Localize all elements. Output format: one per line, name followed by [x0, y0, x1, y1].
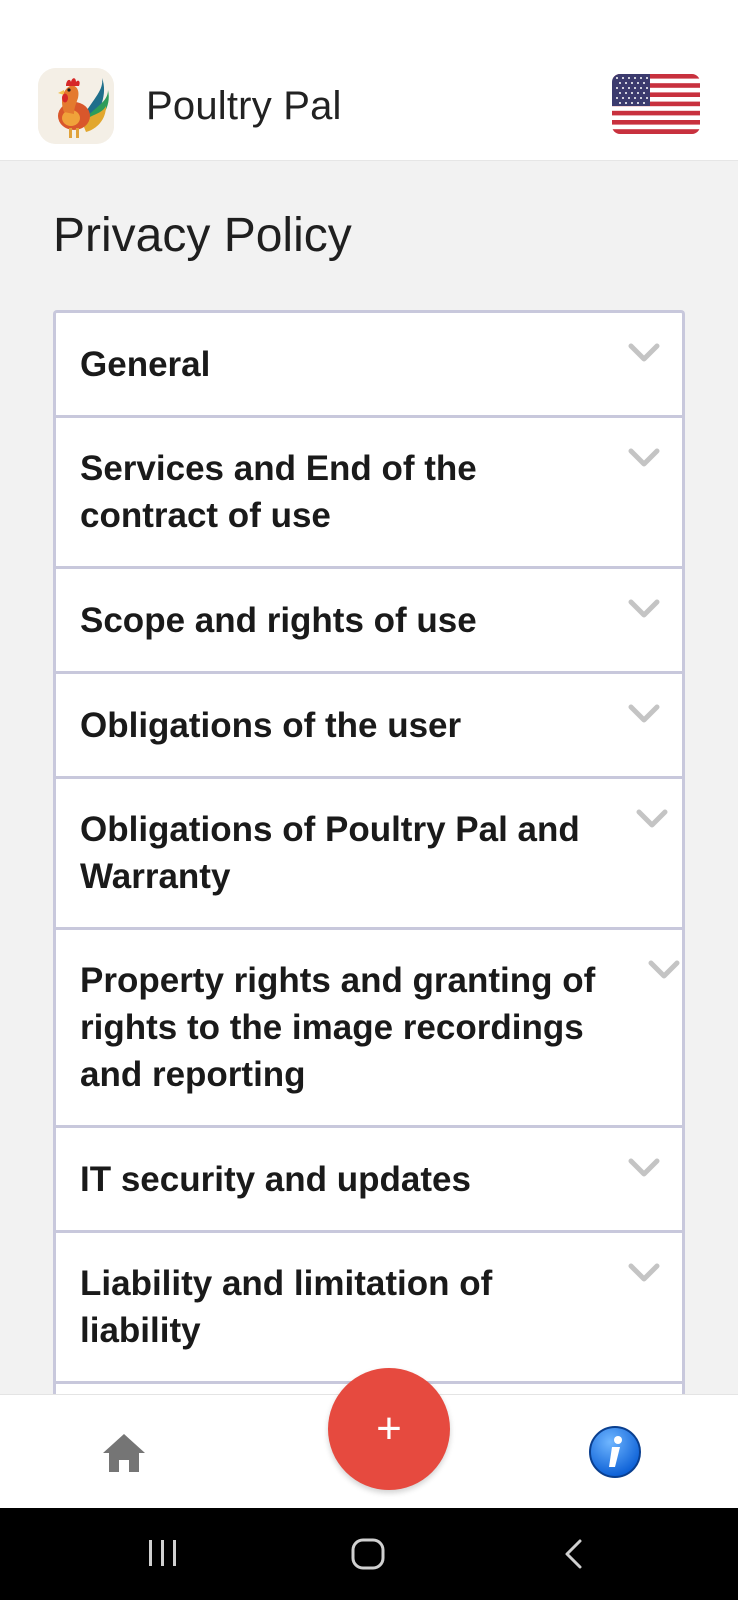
chevron-down-icon[interactable]: [628, 599, 660, 619]
system-navigation-bar: [0, 1508, 738, 1600]
status-bar: [0, 0, 738, 60]
home-icon[interactable]: [100, 1431, 148, 1475]
accordion-item-scope[interactable]: Scope and rights of use: [56, 569, 682, 674]
accordion-item-it-security[interactable]: IT security and updates: [56, 1128, 682, 1233]
app-title: Poultry Pal: [146, 84, 342, 128]
accordion-item-services[interactable]: Services and End of the contract of use: [56, 418, 682, 569]
back-icon[interactable]: [562, 1538, 586, 1575]
add-button[interactable]: +: [328, 1368, 450, 1490]
home-circle-icon[interactable]: [350, 1538, 386, 1575]
chevron-down-icon[interactable]: [628, 704, 660, 724]
app-header: Poultry Pal: [0, 60, 738, 161]
privacy-accordion: General Services and End of the contract…: [53, 310, 685, 1394]
accordion-item-label: Obligations of the user: [80, 705, 462, 745]
accordion-item-label: Services and End of the contract of use: [80, 449, 477, 535]
chevron-down-icon[interactable]: [628, 448, 660, 468]
accordion-item-label: Obligations of Poultry Pal and Warranty: [80, 810, 580, 896]
chevron-down-icon[interactable]: [628, 1158, 660, 1178]
accordion-item-label: Liability and limitation of liability: [80, 1264, 493, 1350]
chevron-down-icon[interactable]: [628, 343, 660, 363]
accordion-item-property-rights[interactable]: Property rights and granting of rights t…: [56, 930, 682, 1128]
accordion-item-label: Scope and rights of use: [80, 600, 477, 640]
page-title: Privacy Policy: [53, 209, 352, 262]
accordion-item-general[interactable]: General: [56, 313, 682, 418]
accordion-item-user-obligations[interactable]: Obligations of the user: [56, 674, 682, 779]
chevron-down-icon[interactable]: [628, 1263, 660, 1283]
chevron-down-icon[interactable]: [636, 809, 668, 829]
info-icon[interactable]: [588, 1425, 642, 1479]
rooster-logo-icon[interactable]: [38, 68, 114, 144]
accordion-item-label: IT security and updates: [80, 1159, 471, 1199]
accordion-item-label: General: [80, 344, 211, 384]
us-flag-icon[interactable]: [612, 74, 700, 134]
chevron-down-icon[interactable]: [648, 960, 680, 980]
recents-icon[interactable]: [146, 1538, 180, 1573]
accordion-item-warranty[interactable]: Obligations of Poultry Pal and Warranty: [56, 779, 682, 930]
accordion-item-label: Property rights and granting of rights t…: [80, 961, 596, 1094]
accordion-item-liability[interactable]: Liability and limitation of liability: [56, 1233, 682, 1384]
